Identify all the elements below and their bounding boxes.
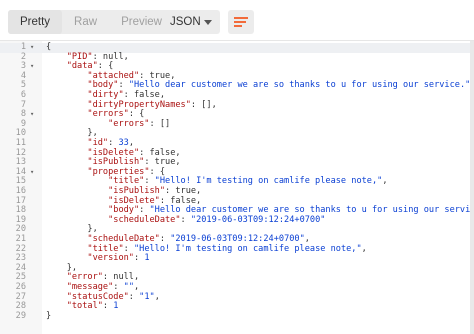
wrap-lines-icon — [234, 17, 248, 19]
line-number: 29 — [15, 310, 26, 321]
wrap-lines-icon-bar — [234, 25, 242, 27]
code-text: } — [46, 310, 52, 321]
response-toolbar: Pretty Raw Preview JSON — [0, 0, 474, 42]
view-mode-tabs: Pretty Raw Preview — [8, 10, 174, 34]
wrap-lines-button[interactable] — [228, 10, 254, 34]
fold-toggle-icon[interactable]: ▾ — [30, 62, 38, 72]
chevron-down-icon — [204, 20, 212, 25]
format-dropdown[interactable]: JSON — [162, 10, 220, 34]
response-body-editor[interactable]: 1 ▾{2 "PID": null, 3 ▾ "data": {4 "attached… — [0, 40, 474, 334]
code-line: 29} — [0, 310, 474, 322]
fold-toggle-icon[interactable]: ▾ — [30, 110, 38, 120]
tab-raw[interactable]: Raw — [62, 10, 109, 34]
code-text: "total": 1 — [66, 301, 119, 312]
tab-pretty[interactable]: Pretty — [8, 10, 63, 34]
fold-toggle-icon[interactable]: ▾ — [30, 168, 38, 178]
code-line: 28 "total": 1 — [0, 301, 474, 312]
format-label: JSON — [170, 16, 201, 28]
fold-toggle-icon[interactable]: ▾ — [30, 43, 38, 53]
wrap-lines-icon-bar — [234, 21, 246, 23]
scrollbar[interactable] — [470, 41, 474, 334]
